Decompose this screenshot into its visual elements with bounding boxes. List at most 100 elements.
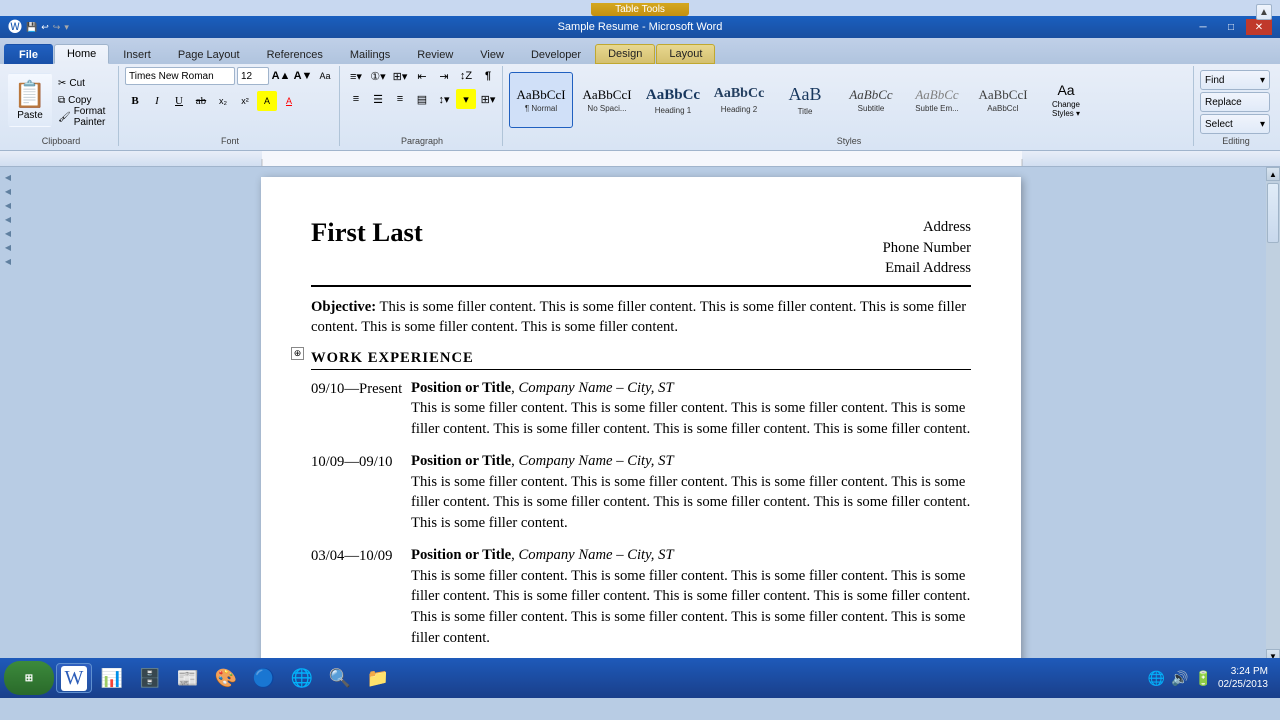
taskbar-excel[interactable]: 📊 <box>94 663 130 693</box>
vertical-scrollbar[interactable]: ▲ ▼ <box>1266 167 1280 663</box>
ribbon-collapse-button[interactable]: ▲ <box>1256 4 1272 20</box>
font-section: A▲ A▼ Aa B I U ab x₂ x² A A Font <box>121 66 340 146</box>
clear-format-button[interactable]: Aa <box>315 66 335 86</box>
start-button[interactable]: ⊞ <box>4 661 54 695</box>
grow-font-button[interactable]: A▲ <box>271 66 291 86</box>
superscript-button[interactable]: x² <box>235 91 255 111</box>
scroll-thumb[interactable] <box>1267 183 1279 243</box>
tab-insert[interactable]: Insert <box>110 44 164 64</box>
minimize-button[interactable]: ─ <box>1190 19 1216 35</box>
app5-icon: 🎨 <box>215 668 237 689</box>
quick-access-redo[interactable]: ↪ <box>53 22 61 33</box>
style-no-spacing[interactable]: AaBbCcI No Spaci... <box>575 72 639 128</box>
tab-file[interactable]: File <box>4 44 53 64</box>
decrease-indent-button[interactable]: ⇤ <box>412 66 432 86</box>
font-family-input[interactable] <box>125 67 235 85</box>
taskbar-search[interactable]: 🔍 <box>322 663 358 693</box>
quick-access-save[interactable]: 💾 <box>26 22 37 33</box>
strikethrough-button[interactable]: ab <box>191 91 211 111</box>
style-normal[interactable]: AaBbCcI ¶ Normal <box>509 72 573 128</box>
close-button[interactable]: ✕ <box>1246 19 1272 35</box>
replace-button[interactable]: Replace <box>1200 92 1270 112</box>
align-left-button[interactable]: ≡ <box>346 89 366 109</box>
style-title-label: Title <box>798 107 813 116</box>
font-size-input[interactable] <box>237 67 269 85</box>
excel-icon: 📊 <box>101 668 123 689</box>
subscript-button[interactable]: x₂ <box>213 91 233 111</box>
tab-home[interactable]: Home <box>54 44 109 64</box>
style-more[interactable]: AaBbCcI AaBbCcI <box>971 72 1035 128</box>
expand-arrow-top[interactable]: ◀ <box>2 171 14 183</box>
expand-arrow-3[interactable]: ◀ <box>2 213 14 225</box>
taskbar-files[interactable]: 📁 <box>360 663 396 693</box>
shrink-font-button[interactable]: A▼ <box>293 66 313 86</box>
paste-button[interactable]: 📋 Paste <box>8 73 52 127</box>
style-heading2[interactable]: AaBbCc Heading 2 <box>707 72 771 128</box>
expand-arrow-4[interactable]: ◀ <box>2 227 14 239</box>
line-spacing-button[interactable]: ↕▾ <box>434 89 454 109</box>
sort-button[interactable]: ↕Z <box>456 66 476 86</box>
justify-button[interactable]: ▤ <box>412 89 432 109</box>
italic-button[interactable]: I <box>147 91 167 111</box>
tab-references[interactable]: References <box>254 44 336 64</box>
battery-icon: 🔋 <box>1195 670 1212 687</box>
show-hide-button[interactable]: ¶ <box>478 66 498 86</box>
quick-access-more[interactable]: ▾ <box>64 22 69 33</box>
align-right-button[interactable]: ≡ <box>390 89 410 109</box>
work-entry-1: 09/10—Present Position or Title, Company… <box>311 378 971 440</box>
find-icon: ▾ <box>1260 75 1265 86</box>
expand-arrow-2[interactable]: ◀ <box>2 199 14 211</box>
taskbar-word[interactable]: W <box>56 663 92 693</box>
editing-section-label: Editing <box>1200 134 1272 146</box>
borders-button[interactable]: ⊞▾ <box>478 89 498 109</box>
scroll-track[interactable] <box>1266 181 1280 649</box>
work-title-3: Position or Title <box>411 547 511 563</box>
ruler <box>0 151 1280 167</box>
cut-button[interactable]: ✂ Cut <box>54 75 114 91</box>
taskbar-chrome[interactable]: 🌐 <box>284 663 320 693</box>
format-painter-button[interactable]: 🖌 Format Painter <box>54 109 114 125</box>
style-title[interactable]: AaB Title <box>773 72 837 128</box>
expand-arrow-5[interactable]: ◀ <box>2 241 14 253</box>
find-button[interactable]: Find ▾ <box>1200 70 1270 90</box>
numbering-button[interactable]: ①▾ <box>368 66 388 86</box>
increase-indent-button[interactable]: ⇥ <box>434 66 454 86</box>
underline-button[interactable]: U <box>169 91 189 111</box>
tab-view[interactable]: View <box>467 44 517 64</box>
taskbar-app5[interactable]: 🎨 <box>208 663 244 693</box>
tab-review[interactable]: Review <box>404 44 466 64</box>
style-normal-preview: AaBbCcI <box>516 87 565 103</box>
scroll-up-button[interactable]: ▲ <box>1266 167 1280 181</box>
tab-design[interactable]: Design <box>595 44 655 64</box>
align-center-button[interactable]: ☰ <box>368 89 388 109</box>
expand-arrow-6[interactable]: ◀ <box>2 255 14 267</box>
expand-arrow-1[interactable]: ◀ <box>2 185 14 197</box>
tab-page-layout[interactable]: Page Layout <box>165 44 253 64</box>
quick-access-undo[interactable]: ↩ <box>41 22 49 33</box>
tab-layout[interactable]: Layout <box>656 44 715 64</box>
style-subtitle[interactable]: AaBbCc Subtitle <box>839 72 903 128</box>
bold-button[interactable]: B <box>125 91 145 111</box>
taskbar-access[interactable]: 🗄️ <box>132 663 168 693</box>
tab-mailings[interactable]: Mailings <box>337 44 403 64</box>
editing-section: Find ▾ Replace Select ▾ Editing <box>1196 66 1276 146</box>
maximize-button[interactable]: □ <box>1218 19 1244 35</box>
font-color-button[interactable]: A <box>279 91 299 111</box>
select-button[interactable]: Select ▾ <box>1200 114 1270 134</box>
change-styles-button[interactable]: Aa ChangeStyles ▾ <box>1041 74 1091 126</box>
taskbar-explorer[interactable]: 🔵 <box>246 663 282 693</box>
style-heading1[interactable]: AaBbCc Heading 1 <box>641 72 705 128</box>
shading-button[interactable]: ▾ <box>456 89 476 109</box>
table-move-handle[interactable]: ⊕ <box>291 347 304 360</box>
taskbar-publisher[interactable]: 📰 <box>170 663 206 693</box>
copy-icon: ⧉ <box>58 95 65 106</box>
style-subtle-em[interactable]: AaBbCc Subtle Em... <box>905 72 969 128</box>
document-scroll-area[interactable]: ⊕ First Last Address Phone Number Email … <box>16 167 1266 663</box>
tab-developer[interactable]: Developer <box>518 44 594 64</box>
work-company-1: Company Name – City, ST <box>519 380 674 396</box>
text-highlight-button[interactable]: A <box>257 91 277 111</box>
bullets-button[interactable]: ≡▾ <box>346 66 366 86</box>
multilevel-list-button[interactable]: ⊞▾ <box>390 66 410 86</box>
clipboard-small-buttons: ✂ Cut ⧉ Copy 🖌 Format Painter <box>54 75 114 125</box>
paragraph-section-label: Paragraph <box>346 134 498 146</box>
